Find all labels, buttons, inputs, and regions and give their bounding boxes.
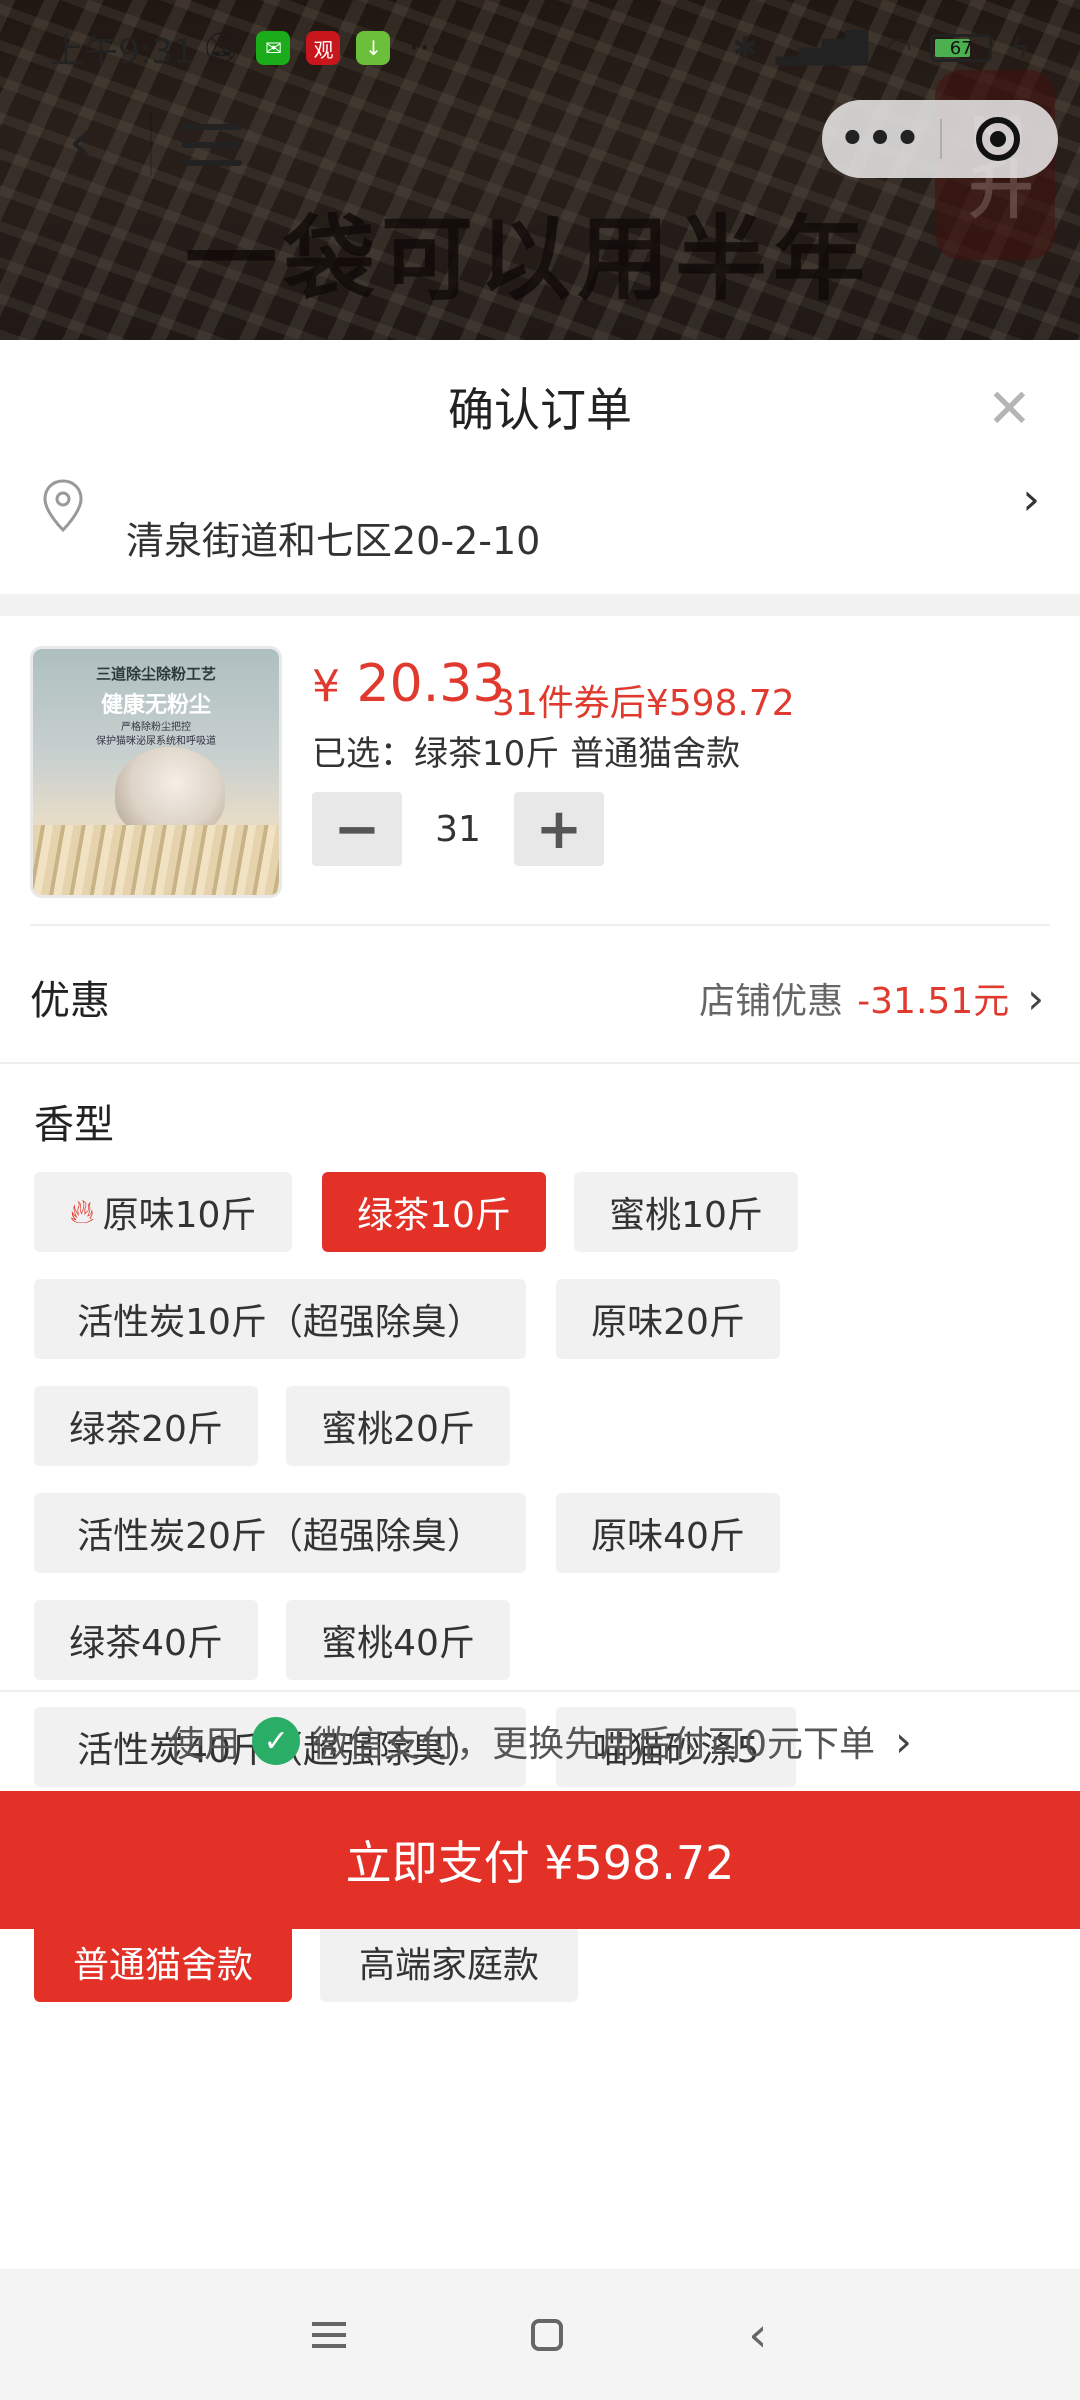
decrease-button[interactable]: −	[312, 792, 402, 866]
chevron-right-icon: ›	[895, 1716, 912, 1766]
chevron-right-icon: ›	[1022, 474, 1040, 525]
close-miniprogram-button[interactable]	[976, 117, 1020, 161]
product-thumbnail[interactable]: 三道除尘除粉工艺 健康无粉尘 严格除粉尘把控 保护猫咪泌尿系统和呼吸道	[30, 646, 282, 898]
scent-option[interactable]: 活性炭10斤（超强除臭）	[34, 1279, 526, 1359]
wechat-pay-icon: ✓	[252, 1717, 301, 1765]
recent-apps-button[interactable]	[312, 2315, 347, 2355]
miniprogram-capsule: •••	[822, 100, 1058, 178]
discount-row[interactable]: 优惠 店铺优惠 -31.51元 ›	[0, 924, 1080, 1062]
battery-icon: 67	[930, 34, 993, 62]
address-row[interactable]: 清泉街道和七区20-2-10 ›	[0, 474, 1080, 594]
increase-button[interactable]: +	[514, 792, 604, 866]
payment-method-row[interactable]: 使用 ✓ 微信支付，更换先用后付可0元下单 ›	[0, 1690, 1080, 1790]
status-bar: 上午9:31 🔕︎ ✉ 观 ↓ ··· ✱ ▂▄▆█ ◠ 67 ϟ	[0, 0, 1080, 96]
chevron-right-icon: ›	[1027, 973, 1044, 1023]
currency-symbol: ¥	[312, 661, 340, 712]
hot-fire-icon: 🔥︎	[69, 1192, 95, 1232]
scent-option[interactable]: 🔥︎ 原味10斤	[34, 1172, 292, 1252]
more-notifications-icon: ···	[408, 28, 441, 68]
battery-level: 67	[949, 37, 973, 59]
payment-method-text: 微信支付，更换先用后付可0元下单	[312, 1724, 876, 1765]
style-option-selected[interactable]: 普通猫舍款	[34, 1922, 292, 2002]
divider	[0, 1062, 1080, 1064]
coupon-price-note: 31件券后¥598.72	[492, 683, 795, 724]
wifi-icon: ◠	[886, 30, 913, 66]
cat-illustration	[115, 747, 225, 837]
status-time: 上午9:31	[50, 31, 195, 72]
address-detail: 清泉街道和七区20-2-10	[126, 519, 541, 563]
guan-app-icon: 观	[306, 31, 341, 65]
price-value: 20.33	[356, 654, 506, 714]
status-right: ✱ ▂▄▆█ ◠ 67 ϟ	[733, 31, 1030, 66]
store-discount-label: 店铺优惠	[699, 981, 844, 1022]
discount-label: 优惠	[30, 978, 110, 1024]
scent-option[interactable]: 活性炭20斤（超强除臭）	[34, 1493, 526, 1573]
payment-prefix: 使用	[168, 1724, 241, 1765]
thumb-caption-3a: 严格除粉尘把控	[121, 722, 191, 733]
thumb-caption-1: 三道除尘除粉工艺	[95, 665, 216, 683]
quantity-value[interactable]: 31	[402, 809, 514, 850]
charging-icon: ϟ	[1010, 30, 1030, 66]
discount-amount: -31.51元	[857, 981, 1010, 1022]
system-navigation-bar: ‹	[0, 2269, 1080, 2400]
download-icon: ↓	[356, 31, 391, 65]
selected-spec: 已选：绿茶10斤 普通猫舍款	[312, 734, 741, 774]
sheet-header: 确认订单 ✕	[0, 340, 1080, 474]
scent-option[interactable]: 原味40斤	[556, 1493, 780, 1573]
litter-illustration	[33, 825, 279, 895]
thumb-caption-3: 严格除粉尘把控 保护猫咪泌尿系统和呼吸道	[33, 721, 279, 749]
signal-icon: ▂▄▆█	[775, 30, 869, 66]
unit-price: ¥ 20.33	[312, 654, 505, 714]
product-row: 三道除尘除粉工艺 健康无粉尘 严格除粉尘把控 保护猫咪泌尿系统和呼吸道 ¥ 20…	[0, 616, 1080, 924]
thumb-caption-3b: 保护猫咪泌尿系统和呼吸道	[96, 736, 216, 747]
nav-divider	[150, 112, 152, 176]
scent-option[interactable]: 蜜桃40斤	[286, 1600, 510, 1680]
mute-icon: 🔕︎	[202, 30, 241, 66]
scent-title: 香型	[34, 1102, 114, 1148]
style-option[interactable]: 高端家庭款	[320, 1922, 578, 2002]
scent-option[interactable]: 蜜桃10斤	[574, 1172, 798, 1252]
sheet-title: 确认订单	[448, 383, 632, 437]
back-button[interactable]: ‹	[68, 110, 128, 174]
wechat-icon: ✉	[256, 31, 291, 65]
scent-option[interactable]: 蜜桃20斤	[286, 1386, 510, 1466]
scent-option[interactable]: 绿茶20斤	[34, 1386, 258, 1466]
scent-option-label: 原味10斤	[102, 1195, 257, 1236]
system-back-button[interactable]: ‹	[748, 2307, 767, 2363]
quantity-stepper: − 31 +	[312, 792, 604, 866]
section-gap	[0, 594, 1080, 616]
more-options-button[interactable]: •••	[822, 116, 940, 162]
pay-now-button[interactable]: 立即支付 ¥598.72	[0, 1791, 1080, 1929]
thumb-caption-2: 健康无粉尘	[100, 693, 211, 718]
menu-button[interactable]	[182, 116, 242, 172]
discount-value: 店铺优惠 -31.51元 ›	[699, 972, 1044, 1024]
confirm-order-sheet: 确认订单 ✕ 清泉街道和七区20-2-10 › 三道除尘除粉工艺 健康无粉尘 严…	[0, 340, 1080, 2400]
capsule-divider	[940, 119, 942, 159]
close-icon[interactable]: ✕	[987, 382, 1032, 436]
home-button[interactable]	[531, 2318, 564, 2351]
bluetooth-icon: ✱	[732, 30, 758, 66]
scent-option-selected[interactable]: 绿茶10斤	[322, 1172, 546, 1252]
scent-option[interactable]: 绿茶40斤	[34, 1600, 258, 1680]
scent-option[interactable]: 原味20斤	[556, 1279, 780, 1359]
location-pin-icon	[43, 479, 83, 533]
